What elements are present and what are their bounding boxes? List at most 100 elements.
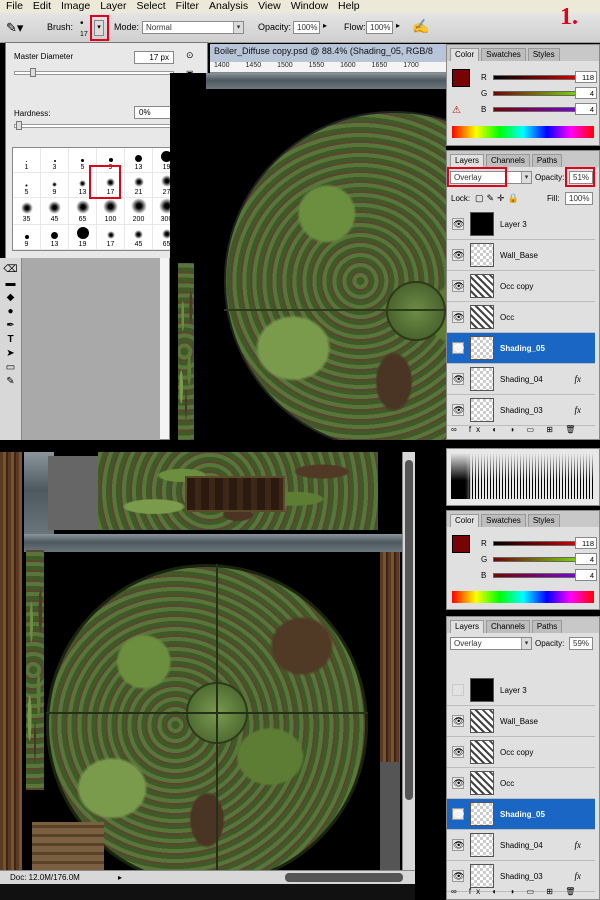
eye-icon[interactable]: 👁	[452, 373, 464, 385]
eye-icon[interactable]: 👁	[452, 342, 464, 354]
mode-select[interactable]: Normal ▾	[142, 21, 244, 34]
blend-mode-select[interactable]: Overlay ▾	[450, 637, 532, 650]
eye-icon[interactable]: 👁	[452, 777, 464, 789]
notes-icon[interactable]: ✎	[6, 376, 14, 387]
brush-preset[interactable]: 3	[41, 148, 69, 173]
menu-analysis[interactable]: Analysis	[205, 0, 254, 13]
horizontal-scrollbar[interactable]	[285, 873, 403, 882]
tab-color[interactable]: Color	[450, 514, 480, 527]
layer-row[interactable]: 👁 Shading_04 fx	[447, 830, 595, 861]
layer-row-selected[interactable]: 👁 Shading_05	[447, 799, 595, 830]
brush-preset[interactable]: 45	[41, 198, 69, 225]
flow-arrow-icon[interactable]: ▸	[396, 21, 400, 30]
layer-row[interactable]: 👁 Shading_03 fx	[447, 395, 595, 426]
eye-icon[interactable]: 👁	[452, 280, 464, 292]
green-value-input[interactable]: 4	[575, 87, 597, 99]
brush-preset[interactable]: 17	[97, 225, 125, 250]
brush-preset[interactable]: 13	[125, 148, 153, 173]
type-icon[interactable]: T	[7, 334, 13, 345]
blur-icon[interactable]: ◆	[7, 292, 15, 303]
tab-color[interactable]: Color	[450, 48, 480, 61]
eye-icon[interactable]: 👁	[452, 808, 464, 820]
red-value-input[interactable]: 118	[575, 537, 597, 549]
vertical-scrollbar[interactable]	[402, 452, 415, 870]
layer-row[interactable]: Layer 3	[447, 675, 595, 706]
document-tab[interactable]: Boiler_Diffuse copy.psd @ 88.4% (Shading…	[210, 44, 446, 62]
tab-layers[interactable]: Layers	[450, 154, 485, 167]
eye-icon[interactable]: 👁	[452, 715, 464, 727]
slider-thumb[interactable]	[16, 121, 22, 130]
tab-styles[interactable]: Styles	[527, 48, 560, 61]
layer-row[interactable]: 👁 Wall_Base	[447, 240, 595, 271]
eye-icon[interactable]: 👁	[452, 404, 464, 416]
color-spectrum-bar[interactable]	[452, 126, 594, 138]
scrollbar-thumb[interactable]	[405, 460, 413, 800]
master-diameter-slider[interactable]	[14, 68, 174, 77]
tab-styles[interactable]: Styles	[527, 514, 560, 527]
layer-footer-icons[interactable]: ∞ fx ◐ ◑ ▭ ⊞ 🗑	[451, 887, 580, 896]
menu-help[interactable]: Help	[334, 0, 366, 13]
status-arrow-icon[interactable]: ▸	[118, 871, 122, 884]
brush-preset[interactable]: 21	[125, 173, 153, 198]
eye-icon[interactable]: 👁	[452, 249, 464, 261]
eye-icon[interactable]: 👁	[452, 839, 464, 851]
opacity-input[interactable]: 100%	[293, 21, 320, 34]
canvas-view-2[interactable]	[0, 452, 415, 870]
brush-tool-icon[interactable]: ✎▾	[6, 20, 23, 36]
shape-icon[interactable]: ▭	[6, 362, 15, 373]
eye-icon[interactable]: 👁	[452, 311, 464, 323]
brush-preset[interactable]: 5	[13, 173, 41, 198]
opacity-arrow-icon[interactable]: ▸	[323, 21, 327, 30]
menu-edit[interactable]: Edit	[29, 0, 57, 13]
layer-row[interactable]: 👁 Occ copy	[447, 271, 595, 302]
brush-preset[interactable]: 65	[69, 198, 97, 225]
hardness-slider[interactable]	[14, 121, 174, 130]
layer-row[interactable]: 👁 Shading_04 fx	[447, 364, 595, 395]
lock-icons[interactable]: ▢✎✛🔒	[475, 193, 522, 204]
brush-preview-icon[interactable]: •	[80, 18, 84, 29]
fx-icon[interactable]: fx	[575, 840, 582, 850]
layer-opacity-input[interactable]: 59%	[569, 637, 593, 650]
hardness-input[interactable]: 0%	[134, 106, 174, 119]
brush-preset[interactable]: 1	[13, 148, 41, 173]
menu-view[interactable]: View	[254, 0, 287, 13]
layer-row[interactable]: 👁 Wall_Base	[447, 706, 595, 737]
fx-icon[interactable]: fx	[575, 871, 582, 881]
brush-preset[interactable]: 35	[13, 198, 41, 225]
brush-preset[interactable]: 100	[97, 198, 125, 225]
canvas-view-1[interactable]	[170, 73, 446, 440]
red-value-input[interactable]: 118	[575, 71, 597, 83]
eye-icon[interactable]	[452, 684, 464, 696]
green-value-input[interactable]: 4	[575, 553, 597, 565]
brush-preset[interactable]: 13	[41, 225, 69, 250]
slider-thumb[interactable]	[30, 68, 36, 77]
eye-icon[interactable]: 👁	[452, 746, 464, 758]
fx-icon[interactable]: fx	[575, 374, 582, 384]
color-spectrum-bar[interactable]	[452, 591, 594, 603]
layer-row[interactable]: 👁 Occ copy	[447, 737, 595, 768]
brush-preset[interactable]: 9	[41, 173, 69, 198]
tab-swatches[interactable]: Swatches	[481, 514, 526, 527]
menu-filter[interactable]: Filter	[172, 0, 205, 13]
menu-window[interactable]: Window	[287, 0, 334, 13]
flow-input[interactable]: 100%	[366, 21, 393, 34]
path-select-icon[interactable]: ➤	[6, 348, 14, 359]
brush-preset[interactable]: 200	[125, 198, 153, 225]
layer-row[interactable]: 👁 Layer 3	[447, 209, 595, 240]
brush-preset[interactable]: 9	[13, 225, 41, 250]
pen-icon[interactable]: ✒	[6, 320, 14, 331]
layer-row[interactable]: 👁 Occ	[447, 768, 595, 799]
eye-icon[interactable]: 👁	[452, 870, 464, 882]
layer-row[interactable]: 👁 Occ	[447, 302, 595, 333]
menu-layer[interactable]: Layer	[96, 0, 132, 13]
layer-row-selected[interactable]: 👁 Shading_05	[447, 333, 595, 364]
tab-paths[interactable]: Paths	[531, 154, 563, 167]
eye-icon[interactable]: 👁	[452, 218, 464, 230]
eraser-icon[interactable]: ⌫	[3, 264, 17, 275]
airbrush-icon[interactable]: ✍	[412, 18, 429, 35]
fx-icon[interactable]: fx	[575, 405, 582, 415]
menu-file[interactable]: File	[2, 0, 29, 13]
tab-channels[interactable]: Channels	[486, 620, 530, 633]
blue-value-input[interactable]: 4	[575, 569, 597, 581]
tab-swatches[interactable]: Swatches	[481, 48, 526, 61]
